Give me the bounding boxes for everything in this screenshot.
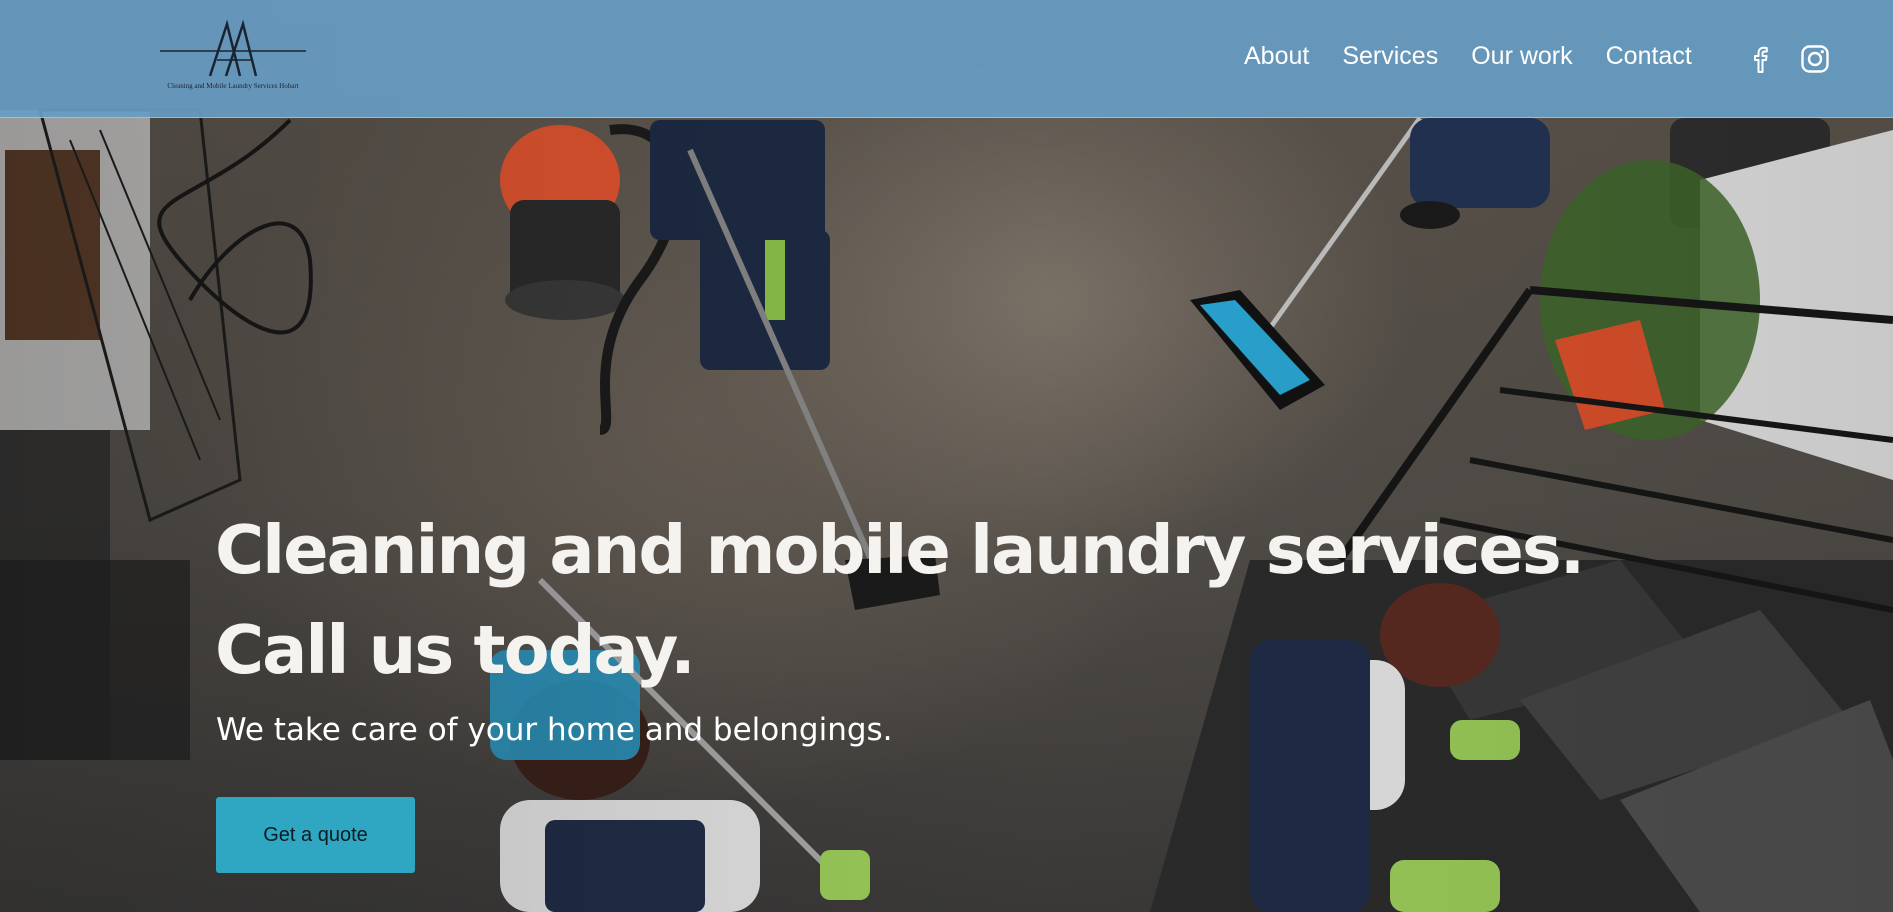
nav-link-about[interactable]: About: [1244, 42, 1309, 71]
nav-link-services[interactable]: Services: [1342, 42, 1438, 71]
hero-headline-line-2: Call us today.: [215, 611, 696, 689]
hero-overlay: [0, 0, 1893, 912]
nav-link-contact[interactable]: Contact: [1606, 42, 1692, 71]
hero-subheading: We take care of your home and belongings…: [216, 712, 893, 748]
nav-link-our-work[interactable]: Our work: [1471, 42, 1572, 71]
logo-tagline: Cleaning and Mobile Laundry Services Hob…: [167, 82, 299, 90]
hero-headline-line-1: Cleaning and mobile laundry services.: [215, 511, 1585, 589]
hero-headline: Cleaning and mobile laundry services. Ca…: [215, 500, 1585, 700]
main-nav: About Services Our work Contact: [1244, 42, 1725, 71]
logo-monogram-icon: [160, 19, 306, 77]
instagram-icon[interactable]: [1800, 44, 1830, 74]
hero-background-image: [0, 0, 1893, 912]
site-logo[interactable]: Cleaning and Mobile Laundry Services Hob…: [160, 18, 306, 104]
site-header: Cleaning and Mobile Laundry Services Hob…: [0, 0, 1893, 118]
facebook-icon[interactable]: [1745, 44, 1775, 74]
get-a-quote-button[interactable]: Get a quote: [216, 797, 415, 873]
